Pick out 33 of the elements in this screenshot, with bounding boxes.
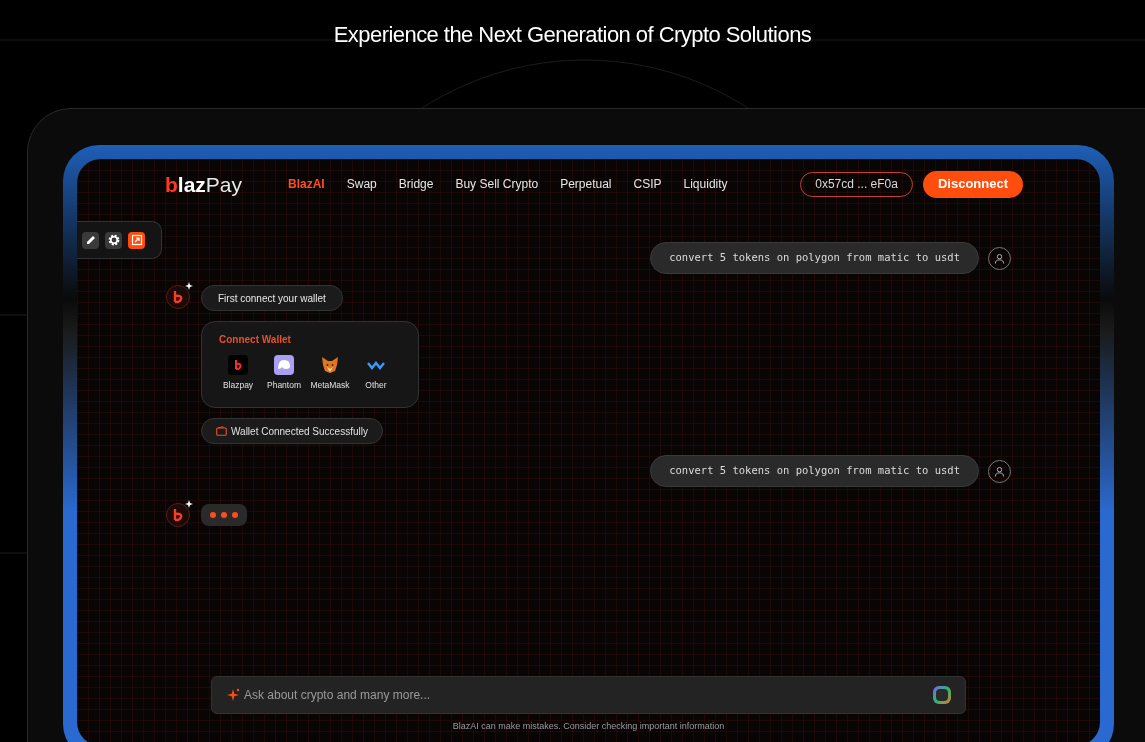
nav-link[interactable]: CSIP: [633, 175, 662, 193]
assistant-orb-icon[interactable]: [933, 685, 951, 704]
bot-message: First connect your wallet: [201, 285, 343, 311]
nav-link[interactable]: Perpetual: [560, 175, 612, 193]
nav-link[interactable]: Swap: [346, 175, 377, 193]
wallet-option[interactable]: Other: [357, 355, 395, 392]
disclaimer-text: BlazAI can make mistakes. Consider checking important information: [451, 719, 726, 733]
bot-avatar: [166, 503, 190, 527]
expand-icon[interactable]: [128, 231, 145, 249]
nav-link[interactable]: Liquidity: [683, 175, 728, 193]
status-message: Wallet Connected Successfully: [201, 418, 383, 444]
ghost-wallet-icon: [274, 355, 294, 375]
chat-input-bar[interactable]: Ask about crypto and many more...: [211, 675, 966, 714]
user-message: convert 5 tokens on polygon from matic to usdt: [650, 455, 979, 487]
logo[interactable]: blazPay: [165, 173, 243, 195]
bot-avatar: [166, 285, 190, 309]
fox-icon: [320, 355, 340, 375]
wallet-icon: [216, 426, 227, 436]
nav-link[interactable]: BlazAI: [288, 175, 325, 193]
settings-icon[interactable]: [105, 231, 122, 249]
wallet-option[interactable]: Phantom: [265, 355, 303, 392]
typing-indicator: [201, 504, 247, 526]
sparkle-icon: [226, 687, 240, 702]
user-message: convert 5 tokens on polygon from matic to usdt: [650, 242, 979, 274]
headline: Experience the Next Generation of Crypto Solutions: [333, 21, 812, 49]
card-title: Connect Wallet: [219, 333, 291, 347]
nav-link[interactable]: Bridge: [398, 175, 434, 193]
nav-link[interactable]: Buy Sell Crypto: [455, 175, 539, 193]
blazpay-wallet-icon: [228, 355, 248, 375]
pencil-icon[interactable]: [82, 231, 99, 249]
wallet-option[interactable]: MetaMask: [311, 355, 349, 392]
chat-input-field[interactable]: Ask about crypto and many more...: [244, 685, 929, 704]
wallet-option[interactable]: Blazpay: [219, 355, 257, 392]
